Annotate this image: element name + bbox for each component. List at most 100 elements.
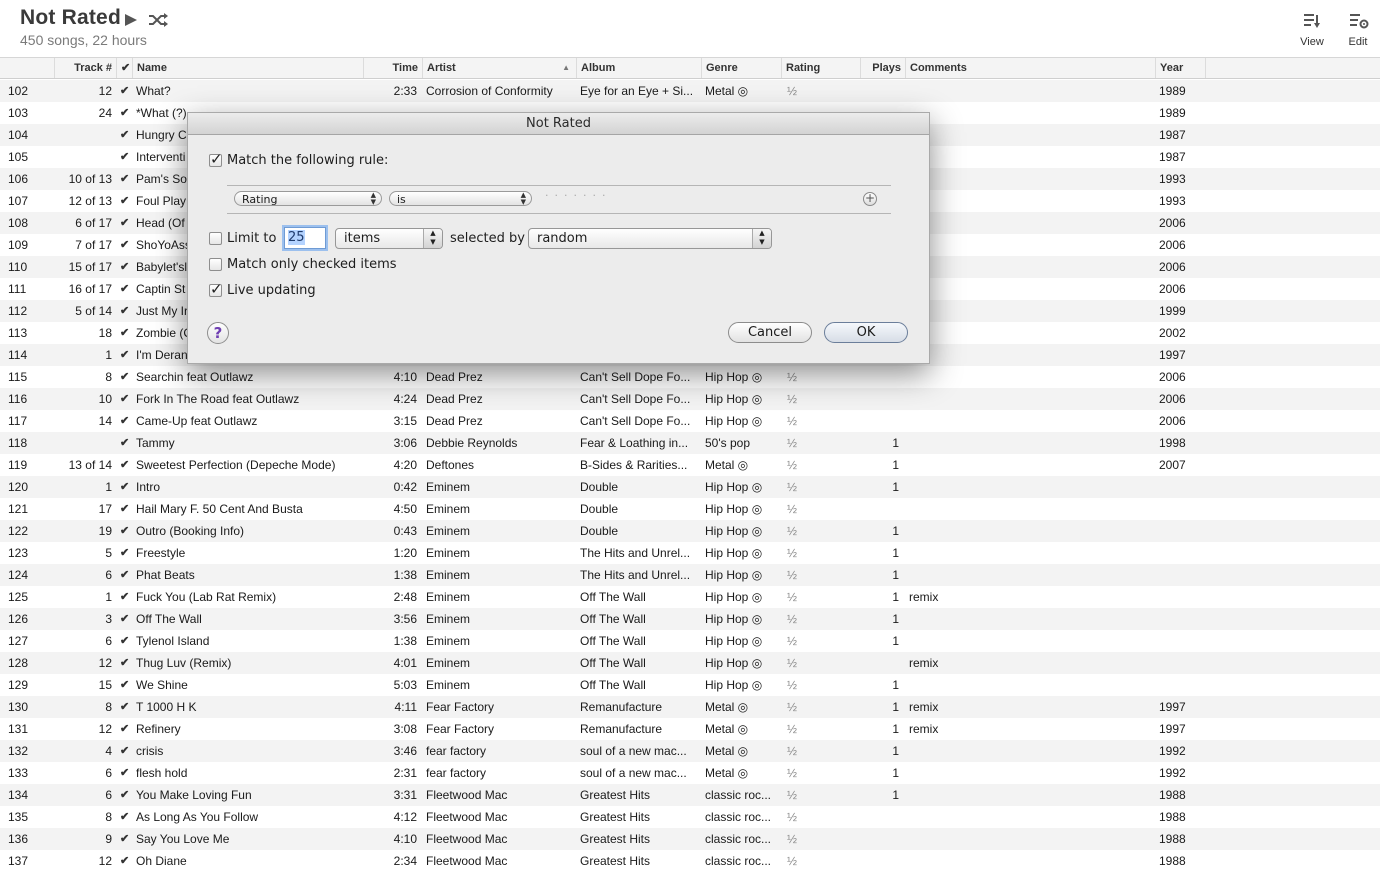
cancel-button[interactable]: Cancel	[728, 322, 812, 343]
column-time[interactable]: Time	[363, 58, 422, 78]
cell-chk[interactable]: ✔	[120, 476, 132, 498]
table-row[interactable]: 134 6 ✔ You Make Loving Fun 3:31 Fleetwood Ma…	[0, 784, 1380, 806]
cell-chk[interactable]: ✔	[120, 784, 132, 806]
table-row[interactable]: 135 8 ✔ As Long As You Follow 4:12 Fleetwood …	[0, 806, 1380, 828]
cell-track: 6	[105, 568, 112, 582]
table-row[interactable]: 122 19 ✔ Outro (Booking Info) 0:43 Eminem Doub…	[0, 520, 1380, 542]
table-row[interactable]: 124 6 ✔ Phat Beats 1:38 Eminem The Hits and Un…	[0, 564, 1380, 586]
cell-chk[interactable]: ✔	[120, 190, 132, 212]
cell-chk[interactable]: ✔	[120, 740, 132, 762]
cell-year: 1988	[1159, 832, 1186, 846]
match-rule-checkbox[interactable]: ✓	[209, 150, 223, 168]
cell-chk[interactable]: ✔	[120, 454, 132, 476]
limit-value-field[interactable]: 25	[284, 227, 326, 249]
table-row[interactable]: 132 4 ✔ crisis 3:46 fear factory soul of a new…	[0, 740, 1380, 762]
cell-chk[interactable]: ✔	[120, 124, 132, 146]
cell-chk[interactable]: ✔	[120, 630, 132, 652]
cell-chk[interactable]: ✔	[120, 520, 132, 542]
cell-chk[interactable]: ✔	[120, 432, 132, 454]
cell-track: 6 of 17	[75, 216, 112, 230]
cell-chk[interactable]: ✔	[120, 410, 132, 432]
cell-chk[interactable]: ✔	[120, 696, 132, 718]
cell-chk[interactable]: ✔	[120, 344, 132, 366]
cell-chk[interactable]: ✔	[120, 652, 132, 674]
cell-num: 104	[8, 128, 29, 142]
column-check[interactable]: ✔	[116, 58, 132, 78]
table-row[interactable]: 120 1 ✔ Intro 0:42 Eminem Double Hip Hop ◎ ½ 1	[0, 476, 1380, 498]
table-row[interactable]: 130 8 ✔ T 1000 H K 4:11 Fear Factory Remanufac…	[0, 696, 1380, 718]
column-album[interactable]: Album	[576, 58, 701, 78]
cell-chk[interactable]: ✔	[120, 718, 132, 740]
limit-unit-select[interactable]: items ▲ ▼	[335, 228, 443, 249]
table-row[interactable]: 125 1 ✔ Fuck You (Lab Rat Remix) 2:48 Eminem O…	[0, 586, 1380, 608]
rule-field-popup[interactable]: Rating ▲ ▼	[234, 191, 382, 206]
table-row[interactable]: 128 12 ✔ Thug Luv (Remix) 4:01 Eminem Off The …	[0, 652, 1380, 674]
selected-by-label: selected by	[450, 231, 525, 246]
cell-chk[interactable]: ✔	[120, 806, 132, 828]
table-row[interactable]: 131 12 ✔ Refinery 3:08 Fear Factory Remanufact…	[0, 718, 1380, 740]
cell-chk[interactable]: ✔	[120, 300, 132, 322]
cell-name: flesh hold	[136, 766, 188, 780]
column-artist[interactable]: Artist ▲	[422, 58, 576, 78]
table-row[interactable]: 121 17 ✔ Hail Mary F. 50 Cent And Busta 4:50…	[0, 498, 1380, 520]
help-button[interactable]: ?	[207, 322, 229, 344]
cell-time: 3:46	[393, 744, 417, 758]
column-year[interactable]: Year	[1155, 58, 1205, 78]
cell-chk[interactable]: ✔	[120, 762, 132, 784]
cell-chk[interactable]: ✔	[120, 168, 132, 190]
table-row[interactable]: 126 3 ✔ Off The Wall 3:56 Eminem Off The Wall H…	[0, 608, 1380, 630]
cell-name: Intro	[136, 480, 161, 494]
table-row[interactable]: 137 12 ✔ Oh Diane 2:34 Fleetwood Mac Greatest …	[0, 850, 1380, 872]
selected-by-select[interactable]: random ▲ ▼	[528, 228, 772, 249]
cell-chk[interactable]: ✔	[120, 234, 132, 256]
view-button[interactable]: View	[1292, 10, 1332, 52]
column-track[interactable]: Track #	[54, 58, 116, 78]
column-genre[interactable]: Genre	[701, 58, 781, 78]
table-row[interactable]: 118 ✔ Tammy 3:06 Debbie Reynolds Fear & Loath…	[0, 432, 1380, 454]
cell-chk[interactable]: ✔	[120, 542, 132, 564]
cell-chk[interactable]: ✔	[120, 322, 132, 344]
shuffle-icon[interactable]	[148, 11, 168, 29]
cell-chk[interactable]: ✔	[120, 278, 132, 300]
cell-chk[interactable]: ✔	[120, 366, 132, 388]
cell-chk[interactable]: ✔	[120, 850, 132, 872]
table-row[interactable]: 133 6 ✔ flesh hold 2:31 fear factory soul of a…	[0, 762, 1380, 784]
edit-button[interactable]: Edit	[1338, 10, 1378, 52]
table-row[interactable]: 115 8 ✔ Searchin feat Outlawz 4:10 Dead Prez C…	[0, 366, 1380, 388]
column-name[interactable]: Name	[132, 58, 363, 78]
add-rule-button[interactable]: +	[863, 192, 877, 206]
cell-rating: ½	[787, 766, 798, 780]
cell-chk[interactable]: ✔	[120, 80, 132, 102]
cell-chk[interactable]: ✔	[120, 146, 132, 168]
live-updating-checkbox[interactable]: ✓	[209, 280, 223, 298]
column-number[interactable]	[0, 58, 54, 78]
cell-comments	[909, 410, 1149, 432]
cell-chk[interactable]: ✔	[120, 586, 132, 608]
table-row[interactable]: 123 5 ✔ Freestyle 1:20 Eminem The Hits and Unr…	[0, 542, 1380, 564]
match-checked-checkbox[interactable]	[209, 258, 222, 271]
column-comments[interactable]: Comments	[905, 58, 1155, 78]
rule-operator-popup[interactable]: is ▲ ▼	[389, 191, 532, 206]
table-row[interactable]: 136 9 ✔ Say You Love Me 4:10 Fleetwood Mac Gre…	[0, 828, 1380, 850]
cell-chk[interactable]: ✔	[120, 388, 132, 410]
column-rating[interactable]: Rating	[781, 58, 860, 78]
table-row[interactable]: 102 12 ✔ What? 2:33 Corrosion of Conformity Ey…	[0, 80, 1380, 102]
table-row[interactable]: 129 15 ✔ We Shine 5:03 Eminem Off The Wall Hip …	[0, 674, 1380, 696]
play-icon[interactable]	[124, 12, 138, 28]
cell-chk[interactable]: ✔	[120, 102, 132, 124]
cell-chk[interactable]: ✔	[120, 608, 132, 630]
limit-checkbox[interactable]	[209, 232, 222, 245]
cell-chk[interactable]: ✔	[120, 212, 132, 234]
cell-chk[interactable]: ✔	[120, 828, 132, 850]
cell-chk[interactable]: ✔	[120, 564, 132, 586]
cell-chk[interactable]: ✔	[120, 498, 132, 520]
ok-button[interactable]: OK	[824, 322, 908, 343]
column-plays[interactable]: Plays	[860, 58, 905, 78]
table-row[interactable]: 119 13 of 14 ✔ Sweetest Perfection (Depeche…	[0, 454, 1380, 476]
table-row[interactable]: 127 6 ✔ Tylenol Island 1:38 Eminem Off The Wal…	[0, 630, 1380, 652]
cell-chk[interactable]: ✔	[120, 256, 132, 278]
cell-comments	[909, 432, 1149, 454]
cell-chk[interactable]: ✔	[120, 674, 132, 696]
table-row[interactable]: 117 14 ✔ Came-Up feat Outlawz 3:15 Dead Prez C…	[0, 410, 1380, 432]
table-row[interactable]: 116 10 ✔ Fork In The Road feat Outlawz 4:24 D…	[0, 388, 1380, 410]
